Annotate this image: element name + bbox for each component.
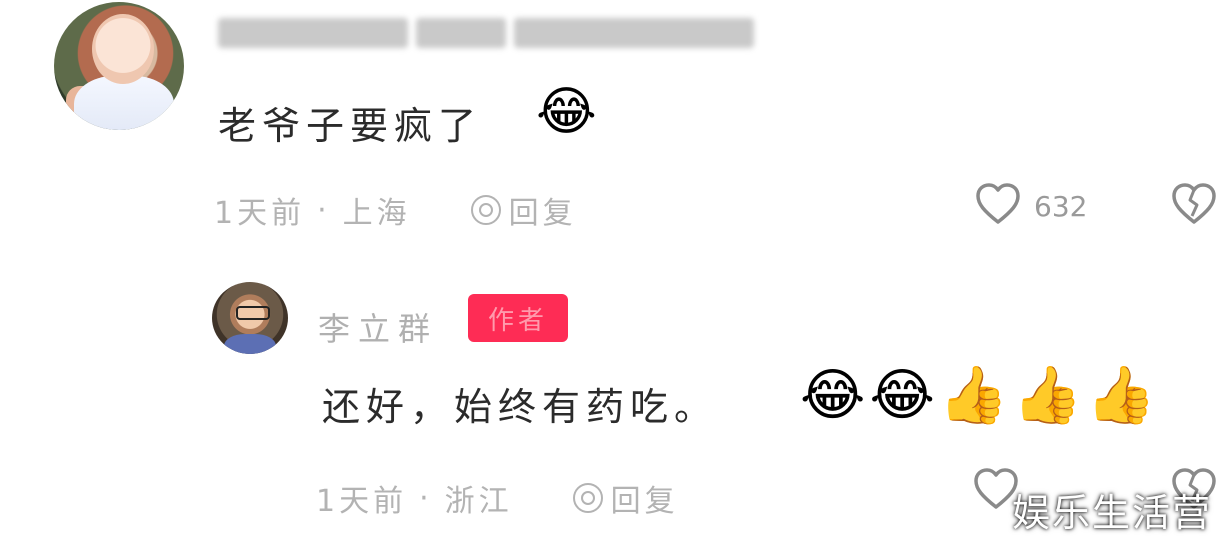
comment-meta: 1天前 · 上海 回复 xyxy=(214,188,577,232)
laughing-emoji: 😂 xyxy=(536,82,597,142)
comment-time: 1天前 xyxy=(214,196,306,231)
avatar-glasses xyxy=(236,306,270,320)
avatar-face xyxy=(92,14,154,84)
thumbs-up-emoji: 👍 xyxy=(938,363,1009,428)
thumbs-up-emoji: 👍 xyxy=(1086,363,1157,428)
like-count: 632 xyxy=(1034,190,1088,223)
avatar-body xyxy=(74,76,174,130)
reply-label: 回复 xyxy=(508,196,577,231)
reply-meta: 1天前 · 浙江 回复 xyxy=(316,476,679,520)
heart-outline-icon[interactable] xyxy=(974,180,1022,228)
reply-text: 还好，始终有药吃。 xyxy=(322,385,719,429)
laughing-emoji: 😂 xyxy=(869,363,935,428)
laughing-emoji: 😂 xyxy=(800,363,866,428)
reply-time: 1天前 xyxy=(316,484,408,519)
reply-icon xyxy=(470,195,501,225)
broken-heart-icon[interactable] xyxy=(1170,180,1218,228)
comment-location: 上海 xyxy=(342,196,411,231)
comment-text: 老爷子要疯了 xyxy=(218,104,483,148)
reply-label: 回复 xyxy=(610,484,679,519)
reply-emojis: 😂 😂 👍 👍 👍 xyxy=(800,368,1156,424)
author-name[interactable]: 李立群 xyxy=(318,304,438,350)
author-avatar[interactable] xyxy=(212,282,288,354)
reply-location: 浙江 xyxy=(444,484,513,519)
reply-button[interactable]: 回复 xyxy=(572,476,679,520)
author-badge: 作者 xyxy=(468,294,568,342)
commenter-avatar[interactable] xyxy=(54,2,184,130)
avatar-shirt xyxy=(224,334,276,354)
reply-icon xyxy=(572,483,603,513)
comment-screenshot: 老爷子要疯了 😂 1天前 · 上海 回复 632 李立群 作者 还好，始终有药吃… xyxy=(0,0,1225,549)
meta-separator: · xyxy=(419,480,433,516)
reply-button[interactable]: 回复 xyxy=(470,188,577,232)
blurred-username xyxy=(218,18,754,48)
watermark: 娱乐生活营 xyxy=(1012,491,1213,535)
thumbs-up-emoji: 👍 xyxy=(1012,363,1083,428)
meta-separator: · xyxy=(317,192,331,228)
